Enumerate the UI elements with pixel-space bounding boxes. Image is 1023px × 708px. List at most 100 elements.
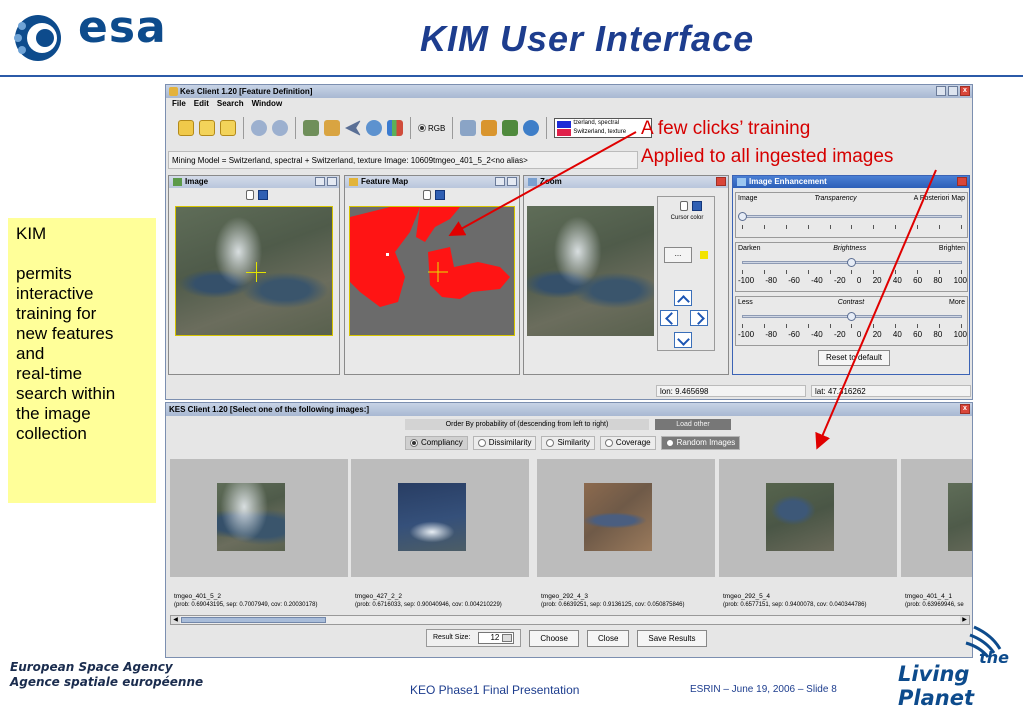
- option-dissimilarity[interactable]: Dissimilarity: [472, 436, 537, 450]
- zoom-image[interactable]: [527, 206, 654, 336]
- option-label: Similarity: [557, 438, 590, 447]
- restore-icon[interactable]: [315, 177, 325, 186]
- window-titlebar[interactable]: Kes Client 1.20 [Feature Definition] x: [166, 85, 972, 98]
- search-icon[interactable]: [366, 120, 382, 136]
- option-coverage[interactable]: Coverage: [599, 436, 656, 450]
- thumbnail-scores: (prob: 0.6639251, sep: 0.9136125, cov: 0…: [541, 602, 685, 608]
- save-icon[interactable]: [258, 190, 268, 200]
- globe-icon[interactable]: [523, 120, 540, 136]
- option-label: Dissimilarity: [488, 438, 532, 447]
- scale-label: -80: [765, 276, 777, 285]
- feature-map-header[interactable]: Feature Map: [345, 176, 519, 188]
- menu-file[interactable]: File: [172, 98, 186, 110]
- cursor-color-button[interactable]: ...: [664, 247, 692, 263]
- mining-model-chip[interactable]: tzerland, spectral Switzerland, texture: [554, 118, 653, 138]
- pencil-icon[interactable]: [481, 120, 498, 136]
- close-icon[interactable]: x: [960, 404, 970, 414]
- result-thumbnail[interactable]: tmgeo_401_4_1 (prob: 0.63969946, se: [901, 459, 972, 613]
- brightness-group: Darken Brightness Brighten -100 -80 -60 …: [735, 242, 968, 292]
- spinner-icon[interactable]: [502, 634, 513, 642]
- thumbnail-image[interactable]: [766, 483, 834, 551]
- result-thumbnail[interactable]: tmgeo_292_5_4 (prob: 0.6577151, sep: 0.9…: [719, 459, 897, 613]
- option-similarity[interactable]: Similarity: [541, 436, 595, 450]
- hand-icon[interactable]: [246, 190, 254, 200]
- pan-down-icon[interactable]: [674, 332, 692, 348]
- minimize-icon[interactable]: [936, 86, 946, 96]
- brightness-right-label: Brighten: [938, 245, 965, 252]
- save-results-button[interactable]: Save Results: [637, 629, 707, 647]
- brightness-ticks: [742, 270, 962, 274]
- pan-left-icon[interactable]: [660, 310, 678, 326]
- back-icon[interactable]: [345, 120, 361, 136]
- clear-icon[interactable]: [324, 120, 340, 136]
- save-icon[interactable]: [692, 201, 702, 211]
- pan-up-icon[interactable]: [674, 290, 692, 306]
- thumbnail-scores: (prob: 0.63969946, se: [905, 602, 964, 608]
- option-compliancy[interactable]: Compliancy: [405, 436, 468, 450]
- feature-map-image[interactable]: [349, 206, 515, 336]
- thumbnail-image[interactable]: [398, 483, 466, 551]
- maximize-icon[interactable]: [327, 177, 337, 186]
- feature-map-icon: [349, 178, 358, 186]
- thumbnail-image[interactable]: [584, 483, 652, 551]
- undo-icon[interactable]: [251, 120, 267, 136]
- scroll-left-icon[interactable]: ◀: [171, 616, 180, 624]
- hand-icon[interactable]: [680, 201, 688, 211]
- tools-icon[interactable]: [460, 120, 477, 136]
- option-random-images[interactable]: Random Images: [660, 436, 741, 450]
- train-icon[interactable]: [303, 120, 319, 136]
- folder-icon[interactable]: [220, 120, 236, 136]
- thumbnail-image[interactable]: [217, 483, 285, 551]
- image-enhancement-panel: Image Enhancement Image Transparency A P…: [732, 175, 970, 375]
- menu-search[interactable]: Search: [217, 98, 244, 110]
- result-size-stepper[interactable]: 12: [478, 632, 515, 644]
- rgb-radio[interactable]: [418, 124, 426, 132]
- restore-icon[interactable]: [495, 177, 505, 186]
- result-size-value: 12: [490, 633, 500, 642]
- callout-line: permits: [16, 264, 72, 283]
- maximize-icon[interactable]: [948, 86, 958, 96]
- transparency-slider-track[interactable]: [742, 215, 962, 218]
- callout-line: the image: [16, 404, 91, 423]
- transparency-slider-thumb[interactable]: [738, 212, 747, 221]
- load-other-button[interactable]: Load other: [655, 419, 731, 430]
- scale-label: 20: [872, 276, 882, 285]
- open-icon[interactable]: [178, 120, 194, 136]
- contrast-slider-thumb[interactable]: [847, 312, 856, 321]
- reset-to-default-button[interactable]: Reset to default: [818, 350, 890, 366]
- image-panel-header[interactable]: Image: [169, 176, 339, 188]
- result-thumbnail[interactable]: tmgeo_401_5_2 (prob: 0.69043195, sep: 0.…: [170, 459, 348, 613]
- result-thumbnail[interactable]: tmgeo_427_2_2 (prob: 0.6716033, sep: 0.9…: [351, 459, 529, 613]
- maximize-icon[interactable]: [507, 177, 517, 186]
- close-icon[interactable]: [716, 177, 726, 186]
- filter-icon[interactable]: [502, 120, 519, 136]
- pan-right-icon[interactable]: [690, 310, 708, 326]
- choose-button[interactable]: Choose: [529, 629, 579, 647]
- enhancement-header[interactable]: Image Enhancement: [733, 176, 969, 188]
- close-icon[interactable]: [957, 177, 967, 186]
- result-thumbnail[interactable]: tmgeo_292_4_3 (prob: 0.6639251, sep: 0.9…: [537, 459, 715, 613]
- menu-edit[interactable]: Edit: [194, 98, 209, 110]
- brightness-scale: -100 -80 -60 -40 -20 0 20 40 60 80 100: [738, 276, 967, 285]
- callout-line: collection: [16, 424, 87, 443]
- scrollbar-thumb[interactable]: [181, 617, 326, 623]
- brightness-slider-thumb[interactable]: [847, 258, 856, 267]
- close-icon[interactable]: x: [960, 86, 970, 96]
- thumbnails-scrollbar[interactable]: ◀ ▶: [170, 615, 970, 625]
- redo-icon[interactable]: [272, 120, 288, 136]
- save-icon[interactable]: [435, 190, 445, 200]
- thumbnail-scores: (prob: 0.6577151, sep: 0.9400078, cov: 0…: [723, 602, 867, 608]
- chart-icon[interactable]: [387, 120, 403, 136]
- contrast-scale: -100 -80 -60 -40 -20 0 20 40 60 80 100: [738, 330, 967, 339]
- results-titlebar[interactable]: KES Client 1.20 [Select one of the follo…: [166, 403, 972, 416]
- hand-icon[interactable]: [423, 190, 431, 200]
- rgb-option[interactable]: RGB: [418, 124, 445, 133]
- header-divider: [0, 75, 1023, 77]
- menu-window[interactable]: Window: [252, 98, 283, 110]
- satellite-image[interactable]: [175, 206, 333, 336]
- close-button[interactable]: Close: [586, 629, 630, 647]
- folder-icon[interactable]: [199, 120, 215, 136]
- thumbnail-image[interactable]: [948, 483, 972, 551]
- zoom-panel-header[interactable]: Zoom: [524, 176, 728, 188]
- radio-icon: [410, 439, 418, 447]
